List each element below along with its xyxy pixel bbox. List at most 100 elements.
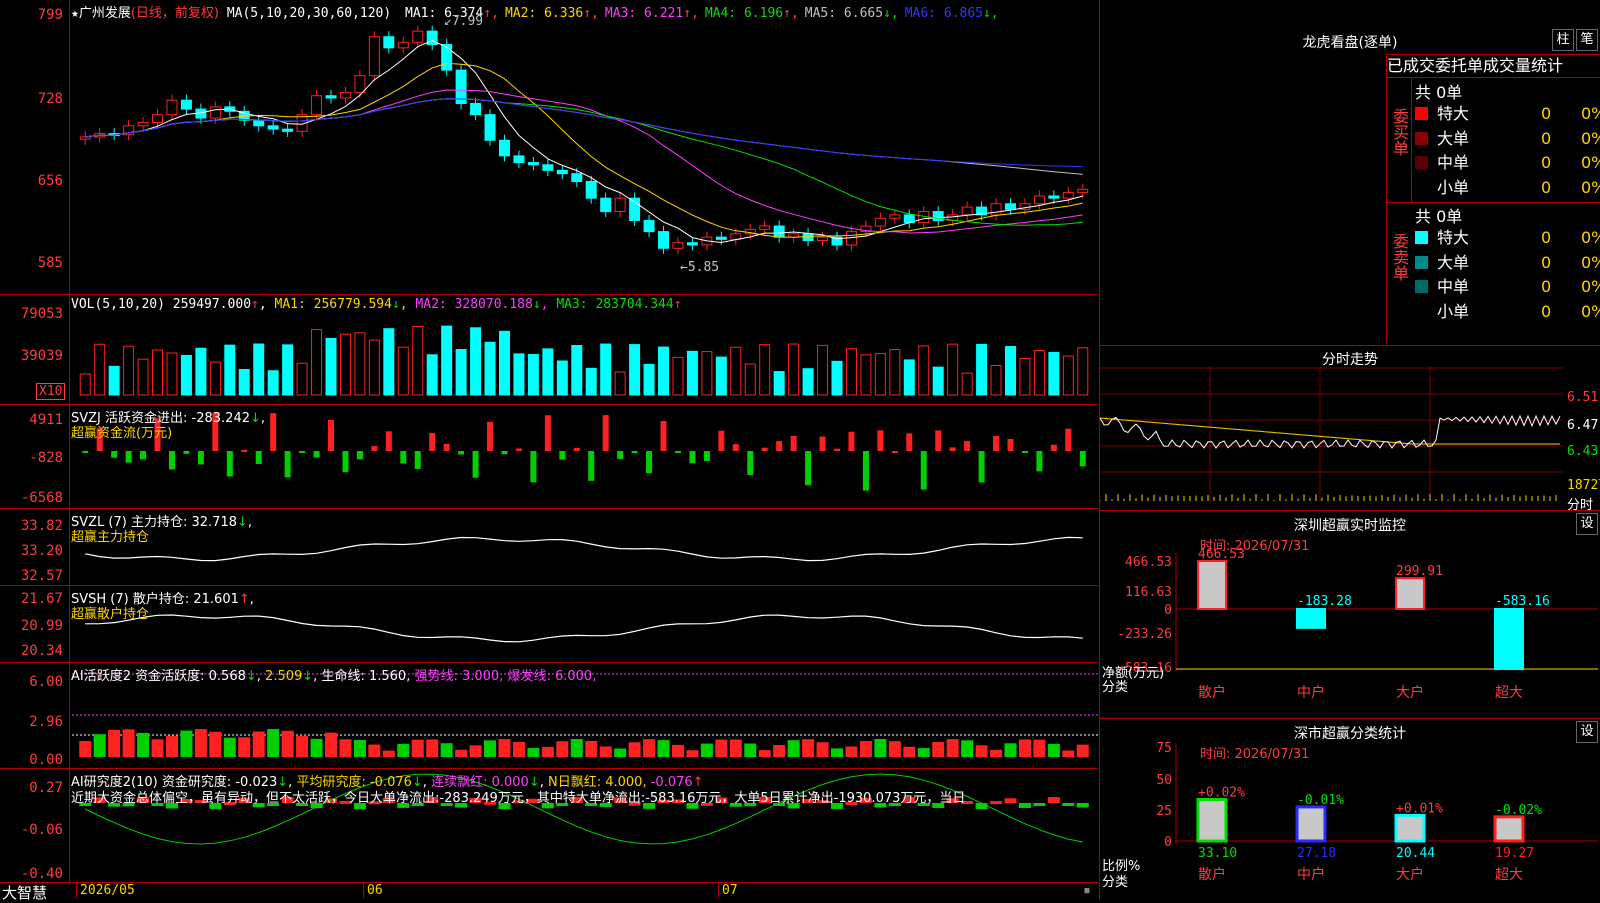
- volume-bar: [1048, 351, 1060, 396]
- svzj-panel[interactable]: 4911 -828 -6568 SVZJ 活跃资金进出: -283.242↓, …: [0, 405, 1098, 509]
- monitor-tick: 466.53: [1125, 555, 1172, 570]
- flow-bar: [732, 444, 739, 451]
- active-bar: [744, 743, 757, 757]
- flow-bar: [689, 451, 696, 464]
- active-bar: [556, 741, 569, 757]
- flow-bar: [674, 451, 681, 453]
- flow-bar: [299, 451, 306, 453]
- flow-bar: [530, 451, 537, 483]
- dragon-title: 龙虎看盘(逐单): [1302, 35, 1398, 51]
- candle: [513, 155, 525, 164]
- active-bar: [411, 739, 424, 757]
- flow-bar: [371, 446, 378, 451]
- volume-bar: [976, 343, 988, 396]
- ai-research-panel[interactable]: 0.27 -0.06 -0.40 AI研究度2(10) 资金研究度: -0.02…: [0, 769, 1098, 883]
- candle: [339, 91, 351, 99]
- flow-bar: [906, 433, 913, 451]
- candle: [990, 203, 1002, 216]
- intraday-chart[interactable]: [1100, 346, 1600, 511]
- ma30-line: [85, 98, 1083, 226]
- svzl-panel[interactable]: 33.82 33.20 32.57 SVZL (7) 主力持仓: 32.718↓…: [0, 509, 1098, 586]
- volume-bar: [79, 373, 91, 396]
- volume-bar: [556, 360, 568, 396]
- flow-bar: [718, 430, 725, 451]
- category-label: 大户: [1396, 684, 1424, 701]
- volume-bar: [831, 360, 843, 396]
- volume-bar: [94, 343, 106, 396]
- volume-bar: [123, 345, 135, 396]
- candle: [152, 114, 164, 123]
- volume-bar: [455, 349, 467, 396]
- classify-value: 19.27: [1495, 846, 1534, 861]
- active-bar: [903, 746, 916, 757]
- active-bar: [469, 745, 482, 757]
- intraday-panel[interactable]: 分时走势 6.51 6.47 6.43 18727 分时: [1099, 345, 1600, 513]
- classify-value: 20.44: [1396, 846, 1435, 861]
- active-bar: [238, 737, 251, 757]
- monitor-axis-label: 净额(万元) 分类: [1102, 666, 1165, 695]
- active-bar: [1004, 743, 1017, 757]
- active-bar: [484, 740, 497, 757]
- ma-params[interactable]: MA(5,10,20,30,60,120): [227, 6, 391, 21]
- classify-chart: 75 50 25 0 +0.02% 33.10 散户 -0.01% 27.18 中户 +0.01% 2…: [1156, 741, 1598, 883]
- candle: [542, 164, 554, 171]
- ma-value: MA5: 6.665↓,: [804, 6, 899, 21]
- active-bar: [787, 740, 800, 757]
- candle: [585, 180, 597, 199]
- tick-mode-button[interactable]: 笔: [1576, 29, 1598, 51]
- flow-bar: [400, 451, 407, 464]
- flow-bar: [197, 451, 204, 465]
- volume-bar: [585, 367, 597, 396]
- volume-bar: [990, 365, 1002, 396]
- flow-bar: [1007, 438, 1014, 451]
- candle: [253, 119, 265, 127]
- kline-chart[interactable]: [0, 0, 1098, 295]
- svsh-panel[interactable]: 21.67 20.99 20.34 SVSH (7) 散户持仓: 21.601↑…: [0, 586, 1098, 663]
- candle: [643, 219, 655, 233]
- active-bar: [686, 750, 699, 757]
- lock-icon[interactable]: ▪: [1083, 883, 1091, 898]
- bar-mode-button[interactable]: 柱: [1552, 29, 1574, 51]
- candle: [614, 197, 626, 213]
- flow-bar: [226, 451, 233, 477]
- low-marker: ←5.85: [680, 260, 720, 275]
- flow-bar: [559, 451, 566, 460]
- volume-bar: [195, 347, 207, 396]
- intraday-price: 6.51: [1567, 390, 1599, 405]
- active-bar: [816, 742, 829, 757]
- flow-bar: [241, 449, 248, 452]
- high-marker: ↙7.99: [444, 14, 484, 29]
- candle: [686, 242, 698, 246]
- monitor-tick: 0: [1164, 603, 1172, 618]
- active-bar: [1033, 739, 1046, 757]
- volume-bar: [166, 352, 178, 396]
- volume-panel[interactable]: 79053 39039 X10 VOL(5,10,20) 259497.000↑…: [0, 295, 1098, 405]
- order-type: 大单: [1437, 128, 1470, 148]
- volume-bar: [1033, 350, 1045, 396]
- kline-panel[interactable]: 799 728 656 585 ★广州发展(日线，前复权) MA(5,10,20…: [0, 0, 1098, 295]
- ai-active-panel[interactable]: 6.00 2.96 0.00 AI活跃度2 资金活跃度: 0.568↓, 2.5…: [0, 663, 1098, 769]
- candle: [715, 236, 727, 240]
- active-bar: [310, 738, 323, 757]
- candle: [889, 214, 901, 219]
- star-icon[interactable]: ★: [71, 6, 79, 21]
- active-bar: [715, 739, 728, 757]
- volume-bar: [527, 354, 539, 396]
- flow-bar: [429, 433, 436, 451]
- classify-value: 27.18: [1297, 846, 1336, 861]
- intraday-price: 6.47: [1567, 418, 1599, 433]
- classify-panel: 深市超赢分类统计 设 时间: 2026/07/31 75 50 25 0 +0.02% 3…: [1099, 718, 1600, 900]
- buy-label: 委买单: [1390, 108, 1409, 156]
- volume-bar: [354, 332, 366, 396]
- order-type: 特大: [1437, 228, 1470, 247]
- active-bar: [729, 739, 742, 757]
- candle: [1004, 203, 1016, 210]
- candle: [961, 206, 973, 216]
- flow-bar: [487, 421, 494, 451]
- chart-mode[interactable]: (日线，前复权): [131, 6, 219, 21]
- monitor-bar: [1494, 608, 1524, 670]
- dragon-panel: 龙虎看盘(逐单) 柱 笔 已成交委托单成交量统计 委买单 委卖单 共 0单 共 …: [1099, 0, 1600, 345]
- active-bar: [397, 743, 410, 757]
- monitor-bar-label: -583.16: [1495, 594, 1550, 609]
- volume-bar: [238, 369, 250, 396]
